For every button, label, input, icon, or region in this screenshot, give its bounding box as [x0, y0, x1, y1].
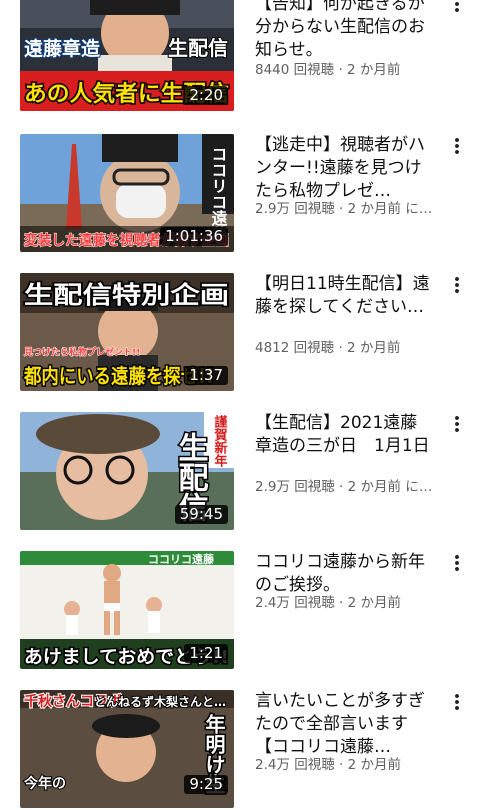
more-vert-icon[interactable]	[444, 550, 470, 576]
video-duration: 1:01:36	[160, 227, 228, 246]
thumbnail-5-text-a: ココリコ遠藤	[148, 552, 215, 566]
video-row-6[interactable]: 千秋さんコラボ とんねるず木梨さんと… 年明け生 今年の 9:25 言いたいこと…	[0, 690, 480, 810]
more-vert-icon[interactable]	[444, 272, 470, 298]
video-meta: 2.9万 回視聴 · 2 か月前 に…	[255, 479, 433, 495]
video-thumbnail-3[interactable]: 生配信特別企画 見つけたら私物プレゼント!! 都内にいる遠藤を探せ!! 1:37	[20, 273, 234, 391]
video-meta: 2.9万 回視聴 · 2 か月前 に…	[255, 201, 433, 217]
more-vert-icon[interactable]	[444, 689, 470, 715]
thumbnail-1-text-b: 生配信	[168, 36, 228, 60]
thumbnail-3-text-a: 生配信特別企画	[24, 281, 229, 309]
video-meta: 4812 回視聴 · 2 か月前	[255, 340, 401, 356]
video-row-3[interactable]: 生配信特別企画 見つけたら私物プレゼント!! 都内にいる遠藤を探せ!! 1:37…	[0, 273, 480, 393]
video-row-2[interactable]: ココリコ遠藤 変装した遠藤を視聴者が探す企画 1:01:36 【逃走中】視聴者が…	[0, 134, 480, 254]
thumbnail-6-text-b: とんねるず木梨さんと…	[94, 694, 226, 709]
video-duration: 2:20	[184, 86, 228, 105]
more-vert-icon[interactable]	[444, 411, 470, 437]
video-thumbnail-1[interactable]: 遠藤章造 生配信 あの人気者に生配信 2:20	[20, 0, 234, 111]
video-duration: 1:21	[184, 644, 228, 663]
video-title[interactable]: 【逃走中】視聴者がハンター!!遠藤を見つけたら私物プレゼ…	[255, 134, 433, 203]
video-row-1[interactable]: 遠藤章造 生配信 あの人気者に生配信 2:20 【告知】何が起きるか分からない生…	[0, 0, 480, 113]
video-thumbnail-5[interactable]: ココリコ遠藤 あけましておめでとう!! 1:21	[20, 551, 234, 669]
video-title[interactable]: 【生配信】2021遠藤章造の三が日 1月1日	[255, 412, 433, 458]
video-meta: 8440 回視聴 · 2 か月前	[255, 62, 401, 78]
video-title[interactable]: 言いたいことが多すぎたので全部言います【ココリコ遠藤…	[255, 690, 433, 759]
video-meta: 2.4万 回視聴 · 2 か月前	[255, 757, 402, 773]
video-row-5[interactable]: ココリコ遠藤 あけましておめでとう!! 1:21 ココリコ遠藤から新年のご挨拶。…	[0, 551, 480, 671]
video-title[interactable]: 【明日11時生配信】遠藤を探してください…	[255, 273, 433, 319]
video-duration: 1:37	[184, 366, 228, 385]
video-title[interactable]: ココリコ遠藤から新年のご挨拶。	[255, 551, 433, 597]
video-meta: 2.4万 回視聴 · 2 か月前	[255, 595, 402, 611]
video-thumbnail-2[interactable]: ココリコ遠藤 変装した遠藤を視聴者が探す企画 1:01:36	[20, 134, 234, 252]
video-row-4[interactable]: 謹賀新年 生配信 59:45 【生配信】2021遠藤章造の三が日 1月1日 2.…	[0, 412, 480, 532]
more-vert-icon[interactable]	[444, 0, 470, 17]
thumbnail-3-text-b: 見つけたら私物プレゼント!!	[23, 346, 140, 358]
video-duration: 59:45	[174, 505, 228, 524]
video-duration: 9:25	[184, 775, 228, 794]
thumbnail-1-text-a: 遠藤章造	[24, 37, 101, 60]
thumbnail-6-text-d: 今年の	[23, 775, 66, 792]
video-thumbnail-6[interactable]: 千秋さんコラボ とんねるず木梨さんと… 年明け生 今年の 9:25	[20, 690, 234, 808]
more-vert-icon[interactable]	[444, 133, 470, 159]
video-thumbnail-4[interactable]: 謹賀新年 生配信 59:45	[20, 412, 234, 530]
video-title[interactable]: 【告知】何が起きるか分からない生配信のお知らせ。	[255, 0, 433, 62]
thumbnail-4-text-a: 謹賀新年	[212, 414, 229, 468]
